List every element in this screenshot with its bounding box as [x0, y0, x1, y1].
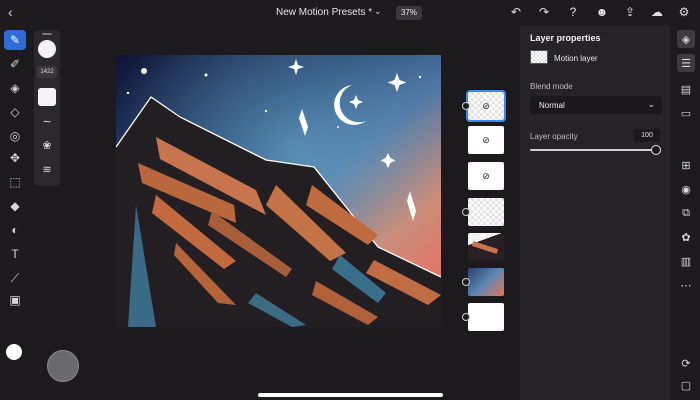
layer-thumb-sky[interactable] [468, 268, 504, 296]
eraser-tool-icon[interactable]: ◇ [4, 102, 26, 122]
eyedropper-icon[interactable]: ⟋ [4, 268, 26, 288]
timeline-icon[interactable]: ⟳ [677, 354, 695, 372]
brush-color-square[interactable] [38, 88, 56, 106]
canvas[interactable] [116, 55, 441, 327]
chevron-down-icon[interactable]: ⌄ [374, 6, 382, 17]
layer-link-dot[interactable] [462, 208, 470, 216]
shape-tool-icon[interactable]: ◐ [4, 220, 26, 240]
share-icon[interactable]: ⇪ [622, 4, 638, 20]
artwork [116, 55, 441, 327]
opacity-input[interactable]: 100 [634, 129, 660, 142]
layer-link-dot[interactable] [462, 278, 470, 286]
paint-bucket-icon[interactable]: ◆ [4, 196, 26, 216]
blend-mode-value: Normal [539, 101, 565, 110]
visibility-icon[interactable]: ◉ [677, 180, 695, 198]
hidden-eye-icon[interactable]: ⊘ [479, 170, 493, 182]
floating-modifier-button[interactable] [47, 350, 79, 382]
opacity-slider-thumb[interactable] [651, 145, 661, 155]
brush-blend-icon[interactable]: ❀ [38, 136, 56, 154]
home-indicator [258, 393, 443, 397]
layer-thumb-background[interactable] [468, 303, 504, 331]
smudge-tool-icon[interactable]: ✐ [4, 54, 26, 74]
layer-name[interactable]: Motion layer [554, 54, 598, 63]
opacity-slider-track[interactable] [530, 149, 658, 151]
paint-brush-tool-icon[interactable]: ✎ [4, 30, 26, 50]
layer-thumb-mountain[interactable] [468, 233, 504, 261]
zoom-level[interactable]: 37% [396, 6, 422, 20]
layer-thumb-3[interactable]: ⊘ [468, 162, 504, 190]
brush-settings-icon[interactable]: ≋ [38, 160, 56, 178]
layer-preview-thumb [530, 50, 548, 64]
layer-properties-panel: Layer properties Motion layer Blend mode… [520, 26, 670, 400]
chevron-left-icon[interactable]: ‹ [8, 4, 13, 20]
chevron-down-icon: ⌄ [647, 99, 655, 109]
layer-thumb-2[interactable]: ⊘ [468, 126, 504, 154]
gear-icon[interactable]: ⚙ [676, 4, 692, 20]
redo-icon[interactable]: ↷ [536, 4, 552, 20]
panel-grip[interactable] [42, 33, 52, 35]
mask-icon[interactable]: ⧉ [677, 204, 695, 222]
layer-thumb-motion[interactable]: ⊘ [466, 90, 506, 122]
text-tool-icon[interactable]: T [4, 244, 26, 264]
mountain-thumb-art [471, 241, 499, 254]
document-title[interactable]: New Motion Presets * [276, 7, 372, 18]
undo-icon[interactable]: ↶ [508, 4, 524, 20]
layer-thumb-4[interactable] [468, 198, 504, 226]
adjustments-icon[interactable]: ☰ [677, 54, 695, 72]
fullscreen-icon[interactable]: ▢ [677, 376, 695, 394]
hidden-eye-icon[interactable]: ⊘ [479, 100, 493, 112]
right-rail: ◈ ☰ ▤ ▭ ⊞ ◉ ⧉ ✿ ▥ ⋯ ⟳ ▢ [672, 26, 700, 400]
blend-mode-label: Blend mode [530, 82, 573, 91]
top-bar: ‹ New Motion Presets * ⌄ 37% ↶ ↷? ☻ ⇪ ☁ ⚙ [0, 0, 700, 26]
user-icon[interactable]: ☻ [594, 4, 610, 20]
opacity-label: Layer opacity [530, 132, 578, 141]
more-icon[interactable]: ⋯ [677, 276, 695, 294]
transform-tool-icon[interactable]: ⬚ [4, 172, 26, 192]
lasso-tool-icon[interactable]: ◎ [4, 126, 26, 146]
hidden-eye-icon[interactable]: ⊘ [479, 134, 493, 146]
layers-icon[interactable]: ◈ [677, 30, 695, 48]
brush-stroke-icon[interactable]: ∼ [38, 112, 56, 130]
delete-layer-icon[interactable]: ▥ [677, 252, 695, 270]
help-icon[interactable]: ? [565, 4, 581, 20]
brush-panel: 1422 ∼ ❀ ≋ [34, 30, 60, 186]
image-icon[interactable]: ▣ [4, 290, 26, 310]
brush-preview[interactable] [38, 40, 56, 58]
properties-icon[interactable]: ▤ [677, 80, 695, 98]
layer-link-dot[interactable] [462, 102, 470, 110]
comment-icon[interactable]: ▭ [677, 104, 695, 122]
panel-title: Layer properties [530, 33, 601, 43]
layers-stack: ⊘ ⊘ ⊘ [462, 88, 506, 338]
move-tool-icon[interactable]: ✥ [4, 148, 26, 168]
left-toolbar: ✎ ✐ ◈ ◇ ◎ ✥ ⬚ ◆ ◐ T ⟋ ▣ [0, 26, 32, 400]
blend-icon[interactable]: ✿ [677, 228, 695, 246]
color-swatch[interactable] [6, 344, 22, 360]
layer-link-dot[interactable] [462, 313, 470, 321]
cloud-icon[interactable]: ☁ [649, 4, 665, 20]
brush-size[interactable]: 1422 [37, 66, 57, 78]
blend-mode-dropdown[interactable]: Normal ⌄ [530, 96, 662, 114]
fill-tool-icon[interactable]: ◈ [4, 78, 26, 98]
add-layer-icon[interactable]: ⊞ [677, 156, 695, 174]
